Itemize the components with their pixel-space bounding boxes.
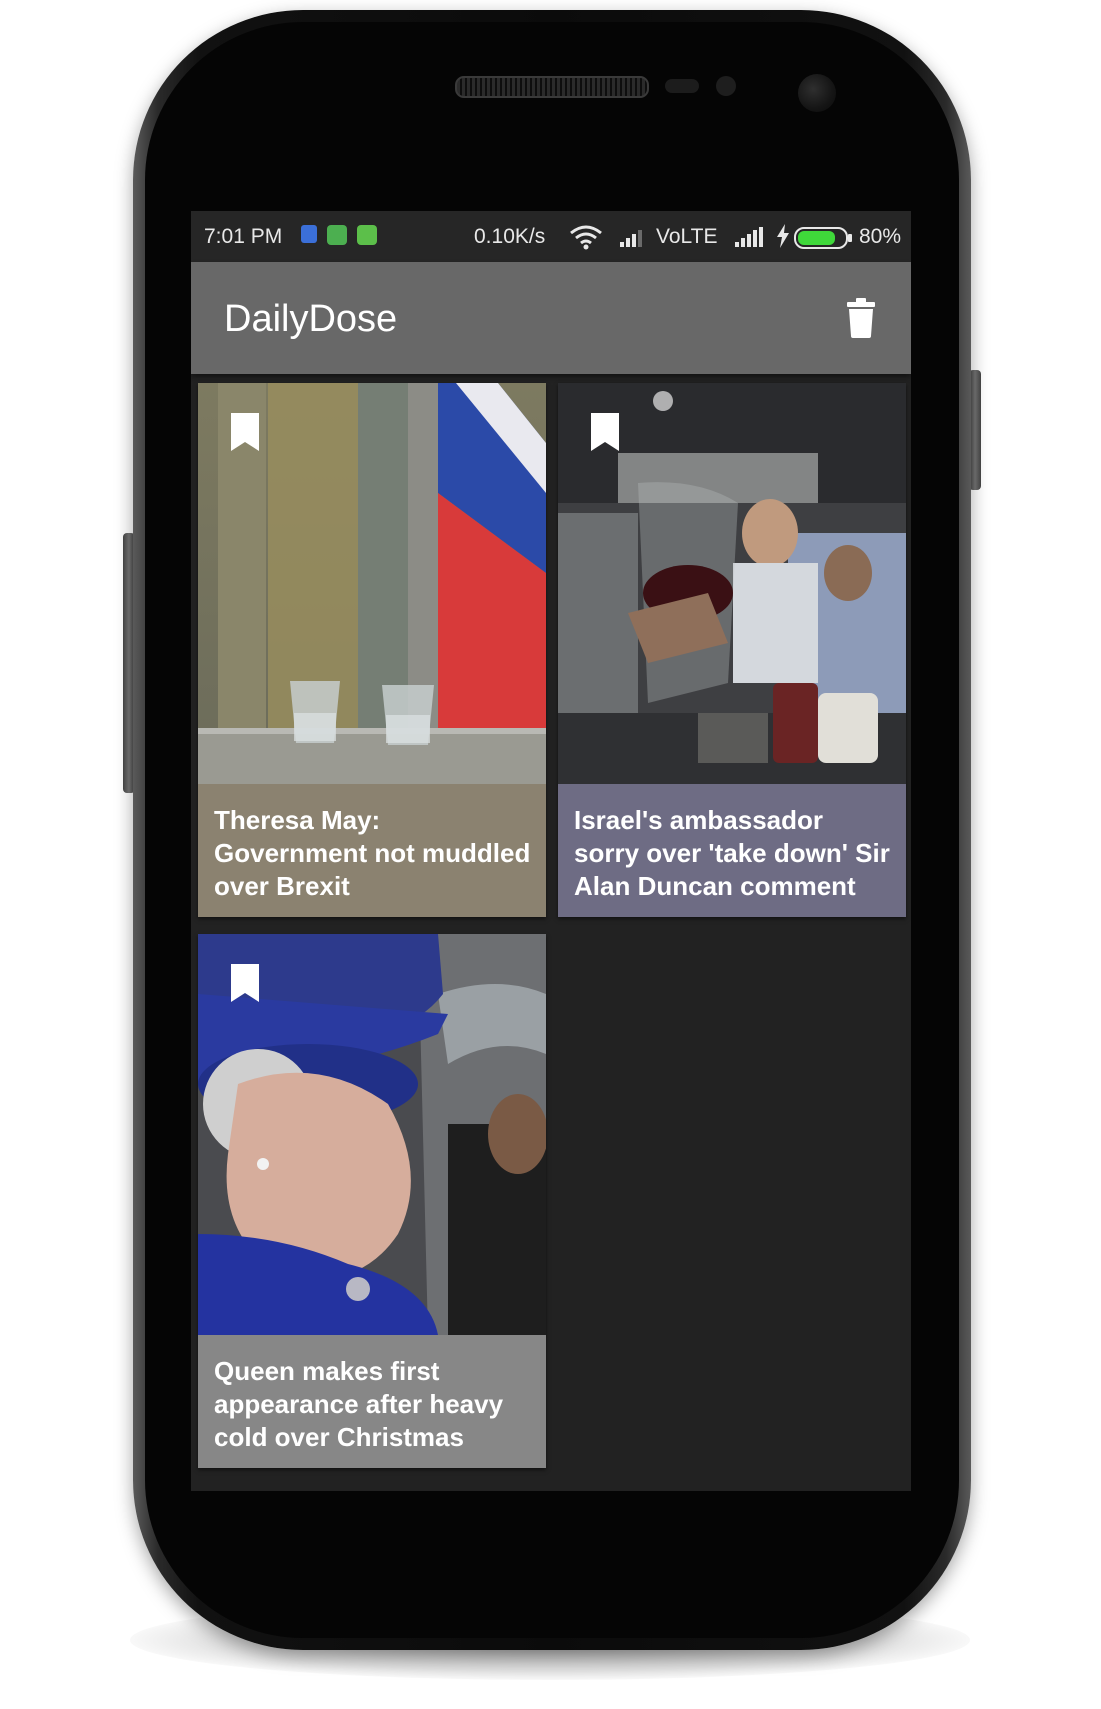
android-notification-icon	[357, 225, 377, 245]
sim-notification-icon	[327, 225, 347, 245]
bookmark-icon[interactable]	[591, 413, 619, 451]
stage: 7:01 PM 0.10K/s VoLTE 80% DailyDose Ther…	[0, 0, 1101, 1709]
signal-icon	[618, 227, 648, 253]
light-sensor	[716, 76, 736, 96]
front-camera	[798, 74, 836, 112]
article-card[interactable]: Israel's ambassador sorry over 'take dow…	[558, 383, 906, 917]
browser-notification-icon	[301, 225, 317, 243]
bookmark-icon[interactable]	[231, 413, 259, 451]
status-time: 7:01 PM	[204, 225, 283, 248]
battery-icon	[794, 227, 854, 255]
earpiece-speaker	[455, 76, 649, 98]
screen: 7:01 PM 0.10K/s VoLTE 80% DailyDose Ther…	[191, 211, 911, 1491]
article-title: Theresa May: Government not muddled over…	[198, 784, 546, 917]
article-title: Israel's ambassador sorry over 'take dow…	[558, 784, 906, 917]
proximity-sensor	[665, 79, 699, 93]
article-image	[198, 383, 546, 784]
app-title: DailyDose	[224, 298, 398, 340]
app-bar: DailyDose	[191, 262, 911, 374]
charging-icon	[776, 224, 790, 254]
article-image	[558, 383, 906, 784]
article-card[interactable]: Queen makes first appearance after heavy…	[198, 934, 546, 1468]
article-image	[198, 934, 546, 1335]
trash-icon[interactable]	[845, 298, 877, 338]
bookmark-icon[interactable]	[231, 964, 259, 1002]
signal-icon	[733, 227, 767, 253]
wifi-icon	[569, 224, 603, 256]
notification-icons	[301, 225, 377, 245]
volte-label: VoLTE	[656, 225, 718, 248]
article-card[interactable]: Theresa May: Government not muddled over…	[198, 383, 546, 917]
network-speed: 0.10K/s	[474, 225, 546, 248]
article-title: Queen makes first appearance after heavy…	[198, 1335, 546, 1468]
battery-percent: 80%	[859, 225, 902, 248]
status-bar: 7:01 PM 0.10K/s VoLTE 80%	[191, 211, 911, 262]
